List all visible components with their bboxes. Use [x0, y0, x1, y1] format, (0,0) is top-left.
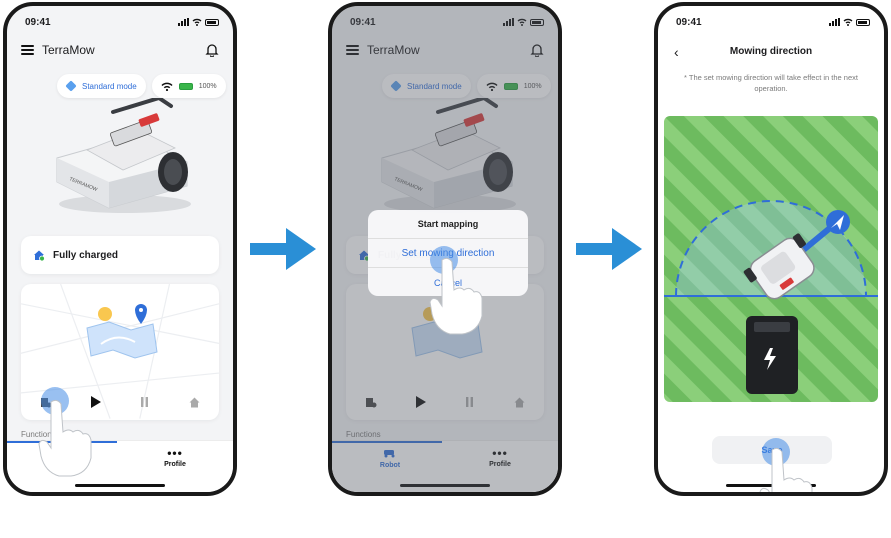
- status-time: 09:41: [25, 16, 51, 28]
- home-icon: [189, 397, 200, 407]
- robot-status-card[interactable]: Fully charged: [21, 236, 219, 274]
- return-home-button[interactable]: [186, 394, 202, 410]
- phone-screen-home: 09:41 TerraMow Standard mode 100% TERRAM…: [3, 2, 237, 496]
- cube-icon: [65, 80, 77, 92]
- battery-text: 100%: [198, 82, 217, 90]
- mode-chip[interactable]: Standard mode: [57, 74, 146, 98]
- wifi-icon: [161, 82, 173, 91]
- home-icon: [34, 250, 45, 261]
- flow-arrow-icon: [250, 228, 316, 270]
- direction-note: * The set mowing direction will take eff…: [684, 73, 858, 93]
- connectivity-chip: 100%: [151, 74, 226, 98]
- mode-label: Standard mode: [82, 81, 137, 91]
- battery-icon: [856, 18, 870, 26]
- page-title: Mowing direction: [729, 46, 813, 57]
- menu-icon[interactable]: [21, 45, 34, 55]
- robot-status-text: Fully charged: [53, 249, 119, 261]
- phone-screen-direction: 09:41 ‹ Mowing direction * The set mowin…: [654, 2, 888, 496]
- mower-image: TERRAMOW: [56, 98, 191, 213]
- home-indicator: [75, 484, 165, 487]
- lawn-direction-canvas[interactable]: [664, 116, 878, 402]
- wifi-icon: [192, 18, 202, 26]
- pause-button[interactable]: [137, 394, 153, 410]
- signal-icon: [829, 18, 840, 26]
- battery-icon: [205, 18, 219, 26]
- status-time: 09:41: [676, 16, 702, 28]
- status-bar: 09:41: [25, 14, 219, 30]
- hand-icon: [38, 399, 92, 477]
- hand-icon: [759, 447, 813, 492]
- bell-icon[interactable]: [205, 43, 219, 57]
- wifi-icon: [843, 18, 853, 26]
- flow-arrow-icon: [576, 228, 642, 270]
- action-menu-title: Start mapping: [368, 210, 528, 239]
- signal-icon: [178, 18, 189, 26]
- tab-profile[interactable]: ••• Profile: [135, 446, 215, 468]
- battery-icon: [178, 82, 193, 90]
- pause-icon: [141, 397, 149, 407]
- tab-profile-label: Profile: [164, 461, 186, 468]
- phone-screen-menu: 09:41 TerraMow Standard mode 100% TERRAM…: [328, 2, 562, 496]
- app-title: TerraMow: [42, 43, 95, 57]
- charging-station: [746, 316, 798, 394]
- map-icon: [86, 304, 158, 359]
- status-bar: 09:41: [676, 14, 870, 30]
- hand-icon: [429, 257, 483, 335]
- more-icon: •••: [167, 446, 183, 460]
- navigation-arrow-icon[interactable]: [826, 210, 850, 234]
